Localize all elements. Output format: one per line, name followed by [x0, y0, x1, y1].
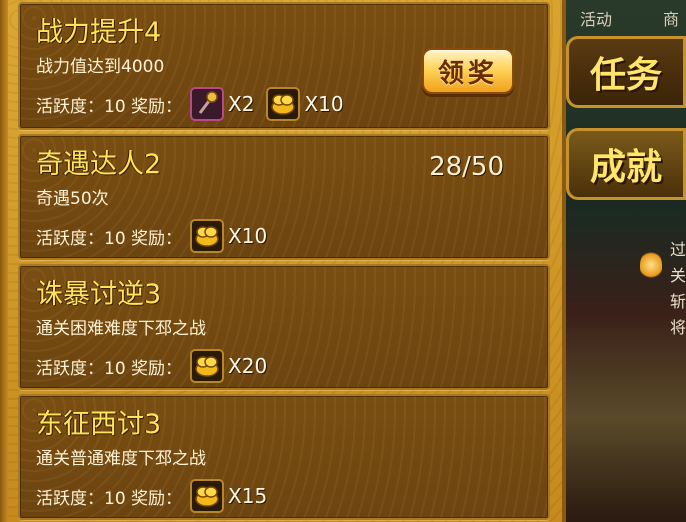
- reward-count: X20: [228, 354, 268, 378]
- task-card: 诛暴讨逆3 通关困难难度下邳之战 活跃度：10 奖励： X20: [18, 264, 550, 390]
- achievement-panel: 战力提升4 战力值达到4000 活跃度：10 奖励： X2 X10 领奖 奇遇达…: [0, 0, 566, 522]
- task-card: 战力提升4 战力值达到4000 活跃度：10 奖励： X2 X10 领奖: [18, 2, 550, 130]
- task-title: 诛暴讨逆3: [36, 279, 162, 310]
- task-description: 通关普通难度下邳之战: [36, 449, 206, 469]
- reward-count: X2: [228, 92, 255, 116]
- task-description: 通关困难难度下邳之战: [36, 319, 206, 339]
- tab-tasks[interactable]: 任务: [566, 36, 686, 108]
- task-reward-row: 活跃度：10 奖励： X2 X10: [36, 86, 344, 122]
- reward-label: 活跃度：10 奖励：: [36, 358, 183, 379]
- task-title: 战力提升4: [36, 17, 162, 48]
- gold-ingot-icon: [190, 219, 225, 253]
- reward-item[interactable]: X10: [190, 219, 267, 253]
- task-progress: 28/50: [429, 152, 504, 182]
- lantern-icon: [640, 250, 662, 280]
- scene-text-3: 斩: [670, 292, 686, 311]
- task-reward-row: 活跃度：10 奖励： X15: [36, 478, 267, 514]
- task-card: 奇遇达人2 28/50 奇遇50次 活跃度：10 奖励： X10: [18, 134, 550, 260]
- reward-item[interactable]: X15: [190, 479, 267, 513]
- gold-ingot-icon: [190, 349, 225, 383]
- task-title: 东征西讨3: [36, 409, 162, 440]
- reward-count: X10: [228, 224, 268, 248]
- gold-ingot-icon: [266, 87, 301, 121]
- scene-text-1: 过: [670, 240, 686, 259]
- reward-label: 活跃度：10 奖励：: [36, 228, 183, 249]
- shop-tab[interactable]: 商: [656, 4, 686, 32]
- claim-reward-button[interactable]: 领奖: [422, 48, 514, 94]
- task-card: 东征西讨3 通关普通难度下邳之战 活跃度：10 奖励： X15: [18, 394, 550, 520]
- task-description: 奇遇50次: [36, 189, 109, 209]
- task-title: 奇遇达人2: [36, 149, 162, 180]
- reward-count: X10: [304, 92, 344, 116]
- scene-text-4: 将: [670, 318, 686, 337]
- reward-label: 活跃度：10 奖励：: [36, 96, 183, 117]
- task-reward-row: 活跃度：10 奖励： X10: [36, 218, 267, 254]
- staff-icon: [190, 87, 225, 121]
- reward-item[interactable]: X20: [190, 349, 267, 383]
- reward-item[interactable]: X2: [190, 87, 254, 121]
- reward-count: X15: [228, 484, 268, 508]
- task-reward-row: 活跃度：10 奖励： X20: [36, 348, 267, 384]
- gold-ingot-icon: [190, 479, 225, 513]
- task-description: 战力值达到4000: [36, 57, 165, 77]
- reward-label: 活跃度：10 奖励：: [36, 488, 183, 509]
- scene-text-2: 关: [670, 266, 686, 285]
- activity-tab[interactable]: 活动: [566, 4, 626, 32]
- tab-achievements[interactable]: 成就: [566, 128, 686, 200]
- reward-item[interactable]: X10: [266, 87, 344, 121]
